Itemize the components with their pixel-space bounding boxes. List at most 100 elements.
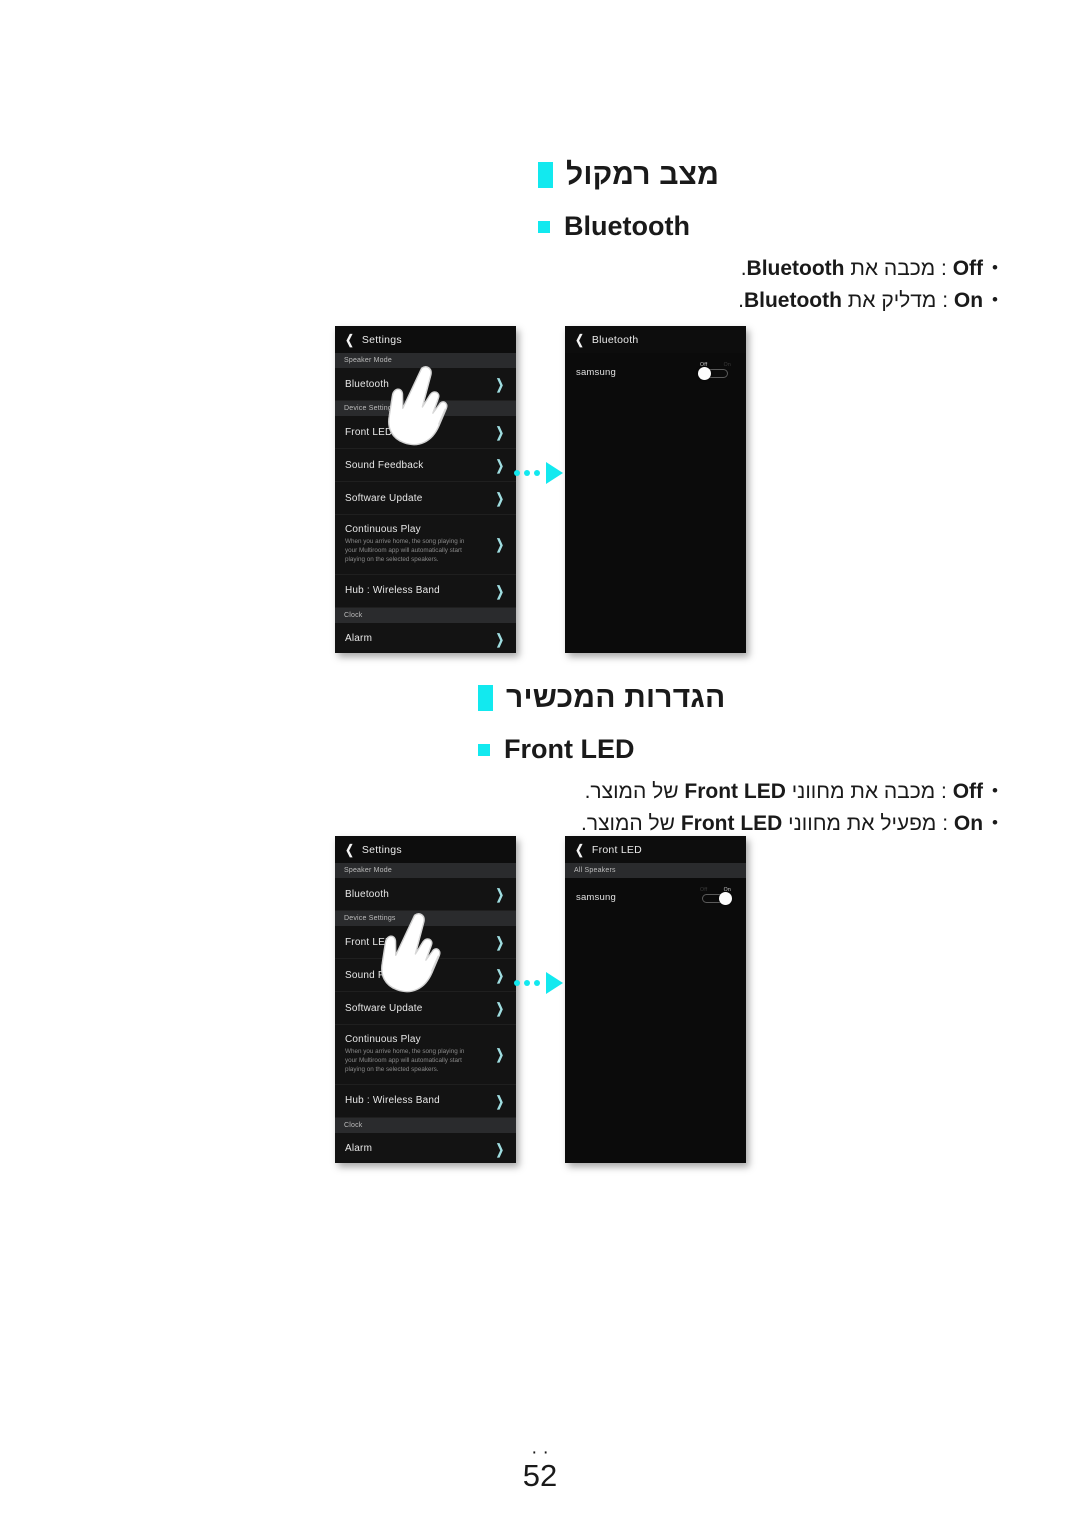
section-device-settings: הגדרות המכשיר Front LED • Off : מכבה את … <box>478 683 998 840</box>
chevron-right-icon: ❯ <box>496 886 505 902</box>
chevron-right-icon: ❯ <box>496 490 505 506</box>
chevron-right-icon: ❯ <box>496 630 505 647</box>
subheading-marker-icon <box>478 743 490 756</box>
screen-title: Settings <box>361 843 402 856</box>
settings-row-front-led[interactable]: Front LED ❯ <box>335 416 516 449</box>
row-label: Sound Feedback <box>345 969 424 981</box>
front-led-toggle[interactable]: Off On <box>698 887 732 906</box>
group-header-device-settings: Device Settings <box>335 401 516 416</box>
chevron-right-icon: ❯ <box>496 376 505 392</box>
nav-bar: ❮ Settings <box>335 326 516 353</box>
subsection-heading: Front LED <box>478 736 998 763</box>
list-filler <box>565 392 746 653</box>
back-chevron-icon[interactable]: ❮ <box>345 843 354 856</box>
section-heading: מצב רמקול <box>538 160 998 190</box>
bullet-state: Off <box>952 257 984 280</box>
subheading-marker-icon <box>538 220 550 233</box>
section-heading-text: הגדרות המכשיר <box>506 681 726 714</box>
nav-bar: ❮ Settings <box>335 836 516 863</box>
list-filler <box>565 917 746 1163</box>
chevron-right-icon: ❯ <box>496 1000 505 1016</box>
manual-page: מצב רמקול Bluetooth • Off : מכבה את Blue… <box>0 0 1080 1527</box>
bullet-list: • Off : מכבה את Bluetooth. • On : מדליק … <box>538 253 998 317</box>
phone-mockup-settings-front-led: ❮ Settings Speaker Mode Bluetooth ❯ Devi… <box>335 836 516 1163</box>
phone-mockup-bluetooth-detail: ❮ Bluetooth samsung Off On <box>565 326 746 653</box>
bullet-term: Bluetooth <box>743 289 842 313</box>
subsection-heading-text: Bluetooth <box>564 211 690 241</box>
bullet-text: מכבה את מחווני <box>785 780 936 803</box>
bullet-separator: : <box>936 812 954 836</box>
flow-dot-icon <box>524 470 530 476</box>
chevron-right-icon: ❯ <box>496 536 505 553</box>
section-heading-text: מצב רמקול <box>566 158 720 191</box>
page-footer: ·· 52 <box>0 1442 1080 1494</box>
settings-row-bluetooth[interactable]: Bluetooth ❯ <box>335 368 516 401</box>
back-chevron-icon[interactable]: ❮ <box>345 333 354 346</box>
chevron-right-icon: ❯ <box>496 934 505 950</box>
chevron-right-icon: ❯ <box>496 424 505 440</box>
group-header-device-settings: Device Settings <box>335 911 516 926</box>
row-label: Hub : Wireless Band <box>345 585 440 597</box>
flow-dot-icon <box>514 980 520 986</box>
footer-dots-icon: ·· <box>531 1442 554 1463</box>
row-label: Bluetooth <box>345 888 390 900</box>
toggle-knob[interactable] <box>719 892 732 905</box>
settings-row-alarm[interactable]: Alarm ❯ <box>335 1132 516 1163</box>
bullet-term: Front LED <box>684 780 786 803</box>
screen-title: Bluetooth <box>591 333 639 346</box>
bullet-text: מכבה את <box>844 257 936 280</box>
bullet-state: Off <box>952 780 984 803</box>
bluetooth-toggle[interactable]: Off On <box>698 362 732 381</box>
back-chevron-icon[interactable]: ❮ <box>575 333 584 346</box>
settings-row-continuous-play[interactable]: Continuous Play When you arrive home, th… <box>335 515 516 575</box>
list-item: • On : מדליק את Bluetooth. <box>538 285 998 317</box>
nav-bar: ❮ Front LED <box>565 836 746 863</box>
settings-row-front-led[interactable]: Front LED ❯ <box>335 926 516 959</box>
settings-row-hub-wireless-band[interactable]: Hub : Wireless Band ❯ <box>335 1084 516 1118</box>
flow-triangle-icon <box>546 462 563 484</box>
row-label: Front LED <box>345 936 393 948</box>
row-label: Software Update <box>345 1002 423 1014</box>
settings-row-sound-feedback[interactable]: Sound Feedback ❯ <box>335 959 516 992</box>
chevron-right-icon: ❯ <box>496 1046 505 1063</box>
device-row-samsung[interactable]: samsung Off On <box>565 878 746 917</box>
bullet-separator: : <box>935 257 953 280</box>
bullet-state: On <box>953 289 984 313</box>
settings-row-continuous-play[interactable]: Continuous Play When you arrive home, th… <box>335 1025 516 1085</box>
section-heading: הגדרות המכשיר <box>478 683 998 713</box>
list-item: • Off : מכבה את מחווני Front LED של המוצ… <box>478 776 998 808</box>
device-row-samsung[interactable]: samsung Off On <box>565 353 746 392</box>
settings-row-software-update[interactable]: Software Update ❯ <box>335 992 516 1025</box>
back-chevron-icon[interactable]: ❮ <box>575 843 584 856</box>
subsection-heading-text: Front LED <box>504 734 635 764</box>
row-label: Software Update <box>345 492 423 504</box>
settings-row-alarm[interactable]: Alarm ❯ <box>335 622 516 653</box>
page-number: 52 <box>522 1458 558 1494</box>
toggle-knob[interactable] <box>698 367 711 380</box>
device-name: samsung <box>576 892 616 903</box>
toggle-off-label: Off <box>700 887 708 893</box>
settings-row-bluetooth[interactable]: Bluetooth ❯ <box>335 878 516 911</box>
settings-row-sound-feedback[interactable]: Sound Feedback ❯ <box>335 449 516 482</box>
bullet-tail: של המוצר. <box>581 812 681 836</box>
bullet-separator: : <box>935 780 953 803</box>
chevron-right-icon: ❯ <box>496 457 505 473</box>
bullet-tail: של המוצר. <box>584 780 685 803</box>
row-label: Hub : Wireless Band <box>345 1095 440 1107</box>
row-label: Continuous Play <box>345 1034 421 1045</box>
row-label: Continuous Play <box>345 524 421 535</box>
heading-marker-icon <box>478 685 493 711</box>
bullet-list: • Off : מכבה את מחווני Front LED של המוצ… <box>478 776 998 840</box>
settings-list: Speaker Mode Bluetooth ❯ Device Settings… <box>335 353 516 653</box>
bluetooth-device-list: samsung Off On <box>565 353 746 653</box>
heading-marker-icon <box>538 162 553 188</box>
flow-dot-icon <box>534 980 540 986</box>
row-description: When you arrive home, the song playing i… <box>345 1048 465 1073</box>
chevron-right-icon: ❯ <box>496 967 505 983</box>
settings-row-hub-wireless-band[interactable]: Hub : Wireless Band ❯ <box>335 574 516 608</box>
bullet-term: Bluetooth <box>746 257 845 280</box>
group-header-all-speakers: All Speakers <box>565 863 746 878</box>
settings-row-software-update[interactable]: Software Update ❯ <box>335 482 516 515</box>
row-label: Bluetooth <box>345 378 390 390</box>
subsection-heading: Bluetooth <box>538 213 998 240</box>
